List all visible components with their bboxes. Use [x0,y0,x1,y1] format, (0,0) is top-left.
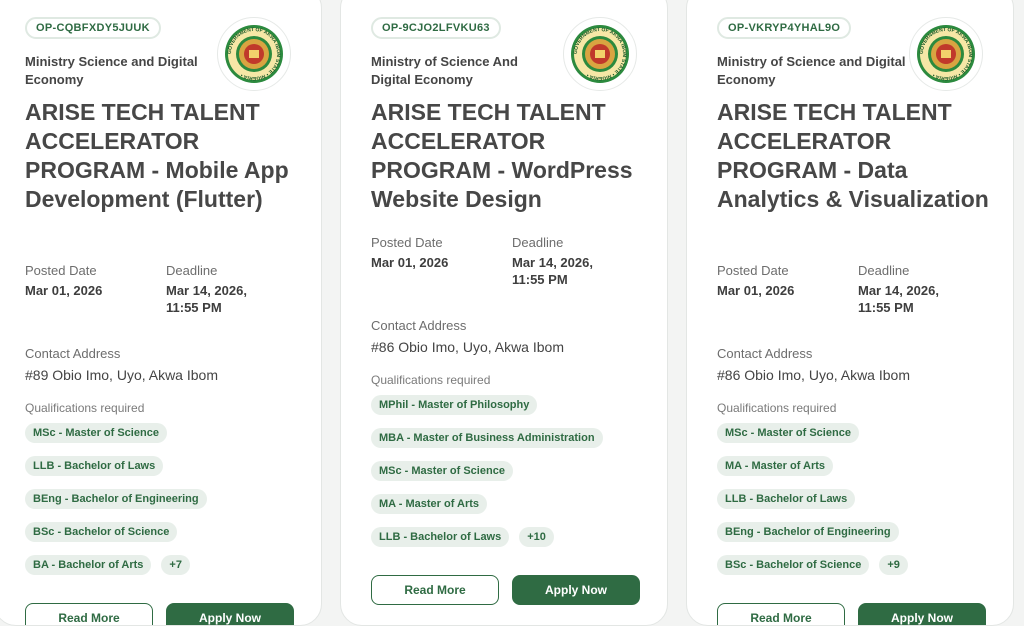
deadline-label: Deadline [512,235,564,250]
apply-now-button[interactable]: Apply Now [512,575,640,605]
opportunity-code-badge: OP-VKRYP4YHAL9O [717,17,852,39]
contact-section: Contact Address #86 Obio Imo, Uyo, Akwa … [371,318,651,356]
contact-section: Contact Address #86 Obio Imo, Uyo, Akwa … [717,346,997,384]
qualification-chip: BSc - Bachelor of Science [25,522,178,542]
qualifications-label: Qualifications required [25,401,145,415]
contact-address-value: #86 Obio Imo, Uyo, Akwa Ibom [371,339,564,355]
ministry-name: Ministry of Science And Digital Economy [371,54,518,87]
qualification-chip: MA - Master of Arts [717,456,834,476]
opportunity-title[interactable]: ARISE TECH TALENT ACCELERATOR PROGRAM - … [717,98,997,214]
read-more-button[interactable]: Read More [371,575,499,605]
qualification-chip: LLB - Bachelor of Laws [371,527,510,547]
deadline-label: Deadline [166,263,218,278]
more-qualifications-chip[interactable]: +7 [161,555,190,575]
posted-date-label: Posted Date [371,235,443,250]
opportunity-card[interactable]: OP-9CJO2LFVKU63 GOVERNMENT OF AKWA IBOM … [340,0,668,626]
qualifications-section: Qualifications required MSc - Master of … [25,400,305,588]
qualification-chip: BEng - Bachelor of Engineering [717,522,899,542]
more-qualifications-chip[interactable]: +10 [519,527,554,547]
ministry-name: Ministry Science and Digital Economy [25,54,198,87]
deadline-label: Deadline [858,263,910,278]
deadline-value: Mar 14, 2026, 11:55 PM [512,255,593,287]
contact-section: Contact Address #89 Obio Imo, Uyo, Akwa … [25,346,305,384]
qualification-chip: BEng - Bachelor of Engineering [25,489,207,509]
posted-date-label: Posted Date [717,263,789,278]
card-actions: Read More Apply Now [371,575,651,605]
opportunity-code-badge: OP-CQBFXDY5JUUK [25,17,161,39]
contact-address-label: Contact Address [717,346,813,361]
ministry-name: Ministry of Science and Digital Economy [717,54,906,87]
opportunity-title[interactable]: ARISE TECH TALENT ACCELERATOR PROGRAM - … [371,98,651,214]
deadline-value: Mar 14, 2026, 11:55 PM [858,283,939,315]
qualification-chip: MSc - Master of Science [25,423,167,443]
contact-address-value: #89 Obio Imo, Uyo, Akwa Ibom [25,367,218,383]
akwa-ibom-seal-icon: GOVERNMENT OF AKWA IBOM STATE • NIGERIA … [563,17,637,91]
qualification-chip: LLB - Bachelor of Laws [717,489,856,509]
qualification-chip: MBA - Master of Business Administration [371,428,603,448]
opportunity-code-badge: OP-9CJO2LFVKU63 [371,17,501,39]
contact-address-value: #86 Obio Imo, Uyo, Akwa Ibom [717,367,910,383]
more-qualifications-chip[interactable]: +9 [879,555,908,575]
akwa-ibom-seal-icon: GOVERNMENT OF AKWA IBOM STATE • NIGERIA … [217,17,291,91]
qualification-chip: MPhil - Master of Philosophy [371,395,538,415]
deadline-value: Mar 14, 2026, 11:55 PM [166,283,247,315]
read-more-button[interactable]: Read More [25,603,153,625]
posted-date-label: Posted Date [25,263,97,278]
read-more-button[interactable]: Read More [717,603,845,625]
qualification-chip: MSc - Master of Science [717,423,859,443]
card-actions: Read More Apply Now [717,603,997,625]
contact-address-label: Contact Address [25,346,121,361]
posted-date-value: Mar 01, 2026 [371,255,449,270]
opportunity-card[interactable]: OP-CQBFXDY5JUUK GOVERNMENT OF AKWA IBOM … [0,0,322,626]
apply-now-button[interactable]: Apply Now [166,603,294,625]
opportunity-title[interactable]: ARISE TECH TALENT ACCELERATOR PROGRAM - … [25,98,305,214]
card-actions: Read More Apply Now [25,603,305,625]
qualification-chip: MSc - Master of Science [371,461,513,481]
akwa-ibom-seal-icon: GOVERNMENT OF AKWA IBOM STATE • NIGERIA … [909,17,983,91]
contact-address-label: Contact Address [371,318,467,333]
apply-now-button[interactable]: Apply Now [858,603,986,625]
opportunity-card[interactable]: OP-VKRYP4YHAL9O GOVERNMENT OF AKWA IBOM … [686,0,1014,626]
posted-date-value: Mar 01, 2026 [717,283,795,298]
qualifications-section: Qualifications required MPhil - Master o… [371,372,651,560]
posted-date-value: Mar 01, 2026 [25,283,103,298]
qualification-chip: BSc - Bachelor of Science [717,555,870,575]
qualifications-section: Qualifications required MSc - Master of … [717,400,997,588]
qualification-chip: BA - Bachelor of Arts [25,555,152,575]
qualifications-label: Qualifications required [717,401,837,415]
qualification-chip: MA - Master of Arts [371,494,488,514]
qualification-chip: LLB - Bachelor of Laws [25,456,164,476]
qualifications-label: Qualifications required [371,373,491,387]
